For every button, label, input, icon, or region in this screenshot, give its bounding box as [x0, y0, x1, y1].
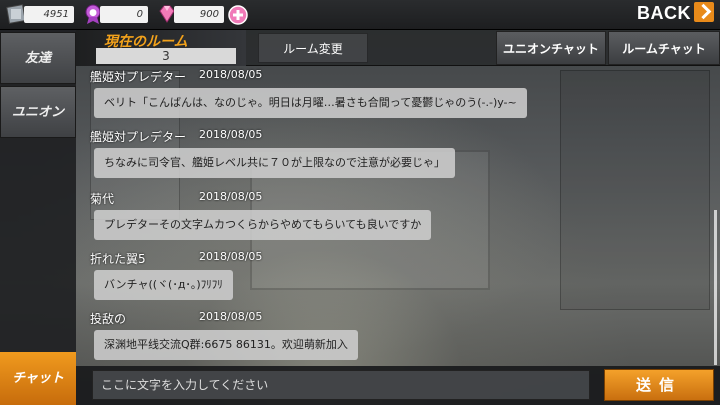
message-date: 2018/08/05: [199, 190, 263, 203]
chat-input-bar: 送信: [76, 366, 720, 405]
send-button[interactable]: 送信: [604, 369, 714, 401]
top-bar: 4951 ● 0 900 BACK: [0, 0, 720, 30]
chat-message-input[interactable]: [92, 370, 590, 400]
message-date: 2018/08/05: [199, 310, 263, 323]
sidebar-item-union[interactable]: ユニオン: [0, 86, 76, 138]
message-date: 2018/08/05: [199, 250, 263, 263]
message-author: 投敌の: [90, 312, 127, 326]
message-bubble: ちなみに司令官、艦姫レベル共に７０が上限なので注意が必要じゃ」: [94, 148, 455, 178]
message-author: 艦姫対プレデター: [90, 70, 187, 84]
message-bubble: プレデターその文字ムカつくらからやめてもらいても良いですか: [94, 210, 432, 240]
message-author: 艦姫対プレデター: [90, 130, 187, 144]
add-gem-icon[interactable]: [228, 5, 248, 25]
tab-union-chat[interactable]: ユニオンチャット: [496, 31, 606, 65]
chevron-right-icon: [694, 2, 714, 23]
message-bubble: ベリト「こんばんは、なのじゃ。明日は月曜…暑さも合間って憂鬱じゃのう(-.-)y…: [94, 88, 527, 118]
message-date: 2018/08/05: [199, 128, 263, 141]
svg-text:●: ●: [89, 8, 97, 18]
resource-1-value: 4951: [24, 6, 74, 23]
current-room-number: 3: [96, 48, 236, 64]
resource-3-value: 900: [174, 6, 224, 23]
sidebar: 友達 ユニオン チャット: [0, 30, 76, 405]
back-button[interactable]: BACK: [637, 2, 714, 24]
back-label: BACK: [637, 3, 691, 23]
message-date: 2018/08/05: [199, 68, 263, 81]
change-room-button[interactable]: ルーム変更: [258, 33, 368, 63]
message-author: 折れた翼5: [90, 252, 146, 266]
tab-room-chat[interactable]: ルームチャット: [608, 31, 720, 65]
sidebar-item-chat[interactable]: チャット: [0, 352, 76, 405]
sidebar-item-friends[interactable]: 友達: [0, 32, 76, 84]
message-author: 菊代: [90, 192, 115, 206]
current-room-panel: 現在のルーム 3: [76, 30, 246, 66]
chat-scrollbar[interactable]: [714, 210, 717, 365]
chat-feed[interactable]: 艦姫対プレデター 2018/08/05 ベリト「こんばんは、なのじゃ。明日は月曜…: [76, 66, 720, 366]
resource-2-value: 0: [100, 6, 148, 23]
message-bubble: 深渊地平线交流Q群:6675 86131。欢迎萌新加入: [94, 330, 358, 360]
message-bubble: バンチャ((ヾ(･д･｡)ﾌﾘﾌﾘ: [94, 270, 233, 300]
chat-header: 現在のルーム 3 ルーム変更 ユニオンチャット ルームチャット: [76, 30, 720, 66]
